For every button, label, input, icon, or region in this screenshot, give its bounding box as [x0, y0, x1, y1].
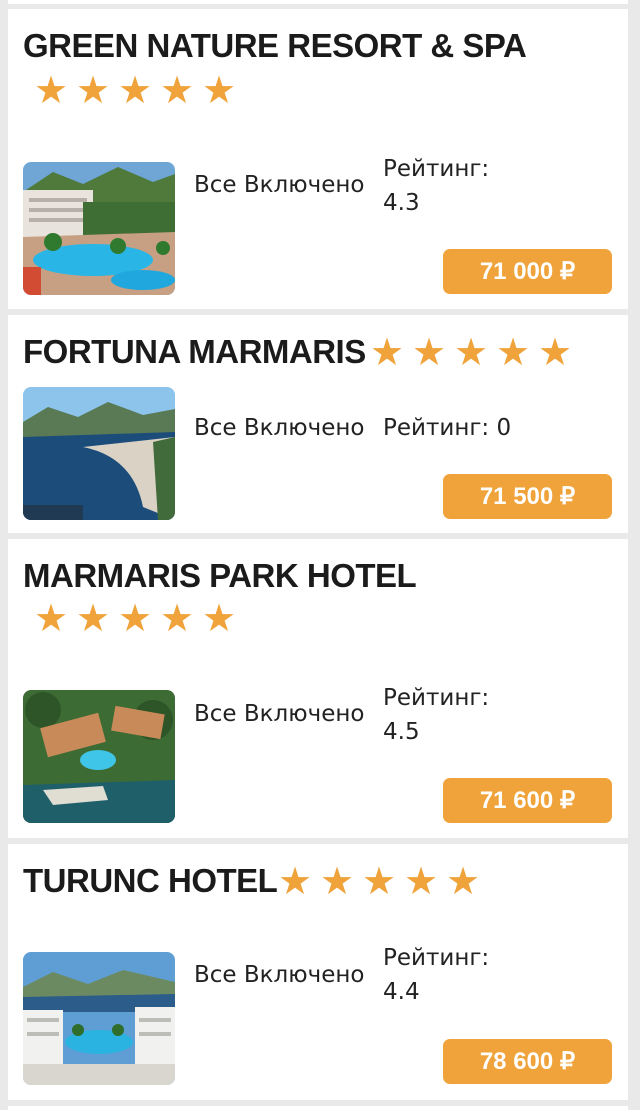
star-rating: ★ ★ ★ ★ ★ — [366, 333, 576, 371]
hotel-photo[interactable] — [23, 690, 175, 823]
star-icon: ★ — [495, 330, 531, 374]
star-icon: ★ — [117, 68, 153, 112]
price-button[interactable]: 78 600 ₽ — [443, 1039, 612, 1084]
meal-plan: Все Включено — [194, 172, 365, 198]
star-icon: ★ — [277, 859, 313, 903]
star-icon: ★ — [159, 596, 195, 640]
rating: Рейтинг: 4.5 — [383, 681, 489, 749]
rating-label: Рейтинг: — [383, 156, 490, 182]
hotel-card[interactable]: TURUNC HOTEL ★ ★ ★ ★ ★ Все Включено Рейтинг:… — [8, 844, 628, 1100]
star-icon: ★ — [453, 330, 489, 374]
rating: Рейтинг: 4.4 — [383, 941, 489, 1009]
hotel-card-partial-top — [8, 0, 628, 4]
star-icon: ★ — [403, 859, 439, 903]
meal-plan: Все Включено — [194, 962, 365, 988]
star-rating: ★ ★ ★ ★ ★ — [30, 599, 240, 637]
star-icon: ★ — [201, 596, 237, 640]
star-icon: ★ — [319, 859, 355, 903]
price-button[interactable]: 71 600 ₽ — [443, 778, 612, 823]
star-icon: ★ — [75, 596, 111, 640]
hotel-photo[interactable] — [23, 952, 175, 1085]
hotel-card[interactable]: MARMARIS PARK HOTEL ★ ★ ★ ★ ★ Все Включено Р… — [8, 539, 628, 838]
star-icon: ★ — [159, 68, 195, 112]
hotel-name[interactable]: FORTUNA MARMARIS — [23, 333, 366, 371]
meal-plan: Все Включено — [194, 701, 365, 727]
star-icon: ★ — [201, 68, 237, 112]
rating-label: Рейтинг: — [383, 945, 490, 971]
rating-label: Рейтинг: — [383, 685, 490, 711]
rating-value: 4.4 — [383, 979, 420, 1005]
star-icon: ★ — [445, 859, 481, 903]
star-icon: ★ — [33, 68, 69, 112]
hotel-photo[interactable] — [23, 162, 175, 295]
rating-value: 4.5 — [383, 719, 420, 745]
hotel-card[interactable]: GREEN NATURE RESORT & SPA ★ ★ ★ ★ ★ Все Вклю… — [8, 9, 628, 309]
star-icon: ★ — [33, 596, 69, 640]
hotel-photo[interactable] — [23, 387, 175, 520]
rating-label: Рейтинг: 0 — [383, 415, 512, 441]
star-icon: ★ — [117, 596, 153, 640]
price-button[interactable]: 71 500 ₽ — [443, 474, 612, 519]
rating: Рейтинг: 0 — [383, 411, 511, 445]
hotel-card[interactable]: FORTUNA MARMARIS ★ ★ ★ ★ ★ Все Включено Рейт… — [8, 315, 628, 533]
star-icon: ★ — [537, 330, 573, 374]
star-icon: ★ — [75, 68, 111, 112]
meal-plan: Все Включено — [194, 415, 365, 441]
star-icon: ★ — [369, 330, 405, 374]
star-rating: ★ ★ ★ ★ ★ — [30, 71, 240, 109]
price-button[interactable]: 71 000 ₽ — [443, 249, 612, 294]
star-icon: ★ — [361, 859, 397, 903]
hotel-card-partial-bottom — [8, 1106, 628, 1110]
star-icon: ★ — [411, 330, 447, 374]
rating-value: 4.3 — [383, 190, 420, 216]
hotel-name[interactable]: TURUNC HOTEL — [23, 862, 278, 900]
hotel-name[interactable]: MARMARIS PARK HOTEL — [23, 557, 417, 595]
star-rating: ★ ★ ★ ★ ★ — [274, 862, 484, 900]
rating: Рейтинг: 4.3 — [383, 152, 489, 220]
hotel-name[interactable]: GREEN NATURE RESORT & SPA — [23, 27, 527, 65]
